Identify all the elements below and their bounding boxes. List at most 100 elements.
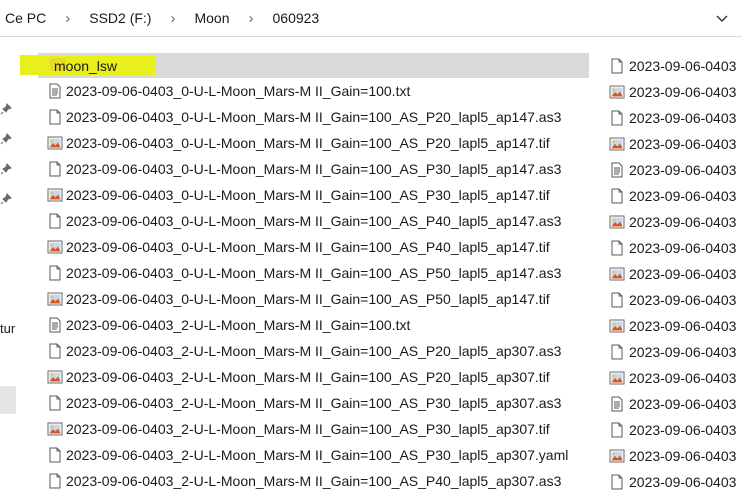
file-name: moon_lsw xyxy=(54,57,118,74)
file-name: 2023-09-06-0403 xyxy=(629,214,737,230)
file-row[interactable]: 2023-09-06-0403_0-U-L-Moon_Mars-M II_Gai… xyxy=(38,260,589,286)
breadcrumb-separator-icon[interactable]: › xyxy=(249,10,254,27)
breadcrumb-item-drive[interactable]: SSD2 (F:) xyxy=(87,10,153,26)
file-row[interactable]: 2023-09-06-0403_0-U-L-Moon_Mars-M II_Gai… xyxy=(38,78,589,104)
file-name: 2023-09-06-0403 xyxy=(629,84,737,100)
file-col2-row[interactable]: 2023-09-06-0403 xyxy=(609,417,742,443)
file-col2-row[interactable]: 2023-09-06-0403 xyxy=(609,209,742,235)
file-row[interactable]: 2023-09-06-0403_0-U-L-Moon_Mars-M II_Gai… xyxy=(38,234,589,260)
file-row[interactable]: 2023-09-06-0403_2-U-L-Moon_Mars-M II_Gai… xyxy=(38,364,589,390)
file-name: 2023-09-06-0403 xyxy=(629,344,737,360)
file-row[interactable]: 2023-09-06-0403_2-U-L-Moon_Mars-M II_Gai… xyxy=(38,338,589,364)
blank-file-icon xyxy=(609,474,625,490)
image-file-icon xyxy=(609,136,625,152)
pin-icon[interactable] xyxy=(0,103,12,115)
file-row[interactable]: 2023-09-06-0403_2-U-L-Moon_Mars-M II_Gai… xyxy=(38,312,589,338)
file-name: 2023-09-06-0403 xyxy=(629,162,737,178)
address-bar[interactable]: Ce PC › SSD2 (F:) › Moon › 060923 xyxy=(0,0,742,37)
file-name: 2023-09-06-0403 xyxy=(629,58,737,74)
file-list: moon_lsw 2023-09-06-0403_0-U-L-Moon_Mars-… xyxy=(20,53,589,494)
image-file-icon xyxy=(47,239,63,255)
image-file-icon xyxy=(609,318,625,334)
file-row[interactable]: 2023-09-06-0403_0-U-L-Moon_Mars-M II_Gai… xyxy=(38,286,589,312)
file-col2-row[interactable]: 2023-09-06-0403 xyxy=(609,443,742,469)
file-row[interactable]: 2023-09-06-0403_0-U-L-Moon_Mars-M II_Gai… xyxy=(38,208,589,234)
file-col2-row[interactable]: 2023-09-06-0403 xyxy=(609,339,742,365)
file-name: 2023-09-06-0403_0-U-L-Moon_Mars-M II_Gai… xyxy=(66,83,411,99)
pin-icon[interactable] xyxy=(0,193,12,205)
text-file-icon xyxy=(609,162,625,178)
file-name: 2023-09-06-0403 xyxy=(629,188,737,204)
file-row[interactable]: 2023-09-06-0403_2-U-L-Moon_Mars-M II_Gai… xyxy=(38,442,589,468)
file-name: 2023-09-06-0403_2-U-L-Moon_Mars-M II_Gai… xyxy=(66,317,411,333)
file-name: 2023-09-06-0403_0-U-L-Moon_Mars-M II_Gai… xyxy=(66,161,562,177)
file-col2-row[interactable]: 2023-09-06-0403 xyxy=(609,131,742,157)
blank-file-icon xyxy=(47,265,63,281)
file-row[interactable]: 2023-09-06-0403_0-U-L-Moon_Mars-M II_Gai… xyxy=(38,156,589,182)
breadcrumb-item-moon[interactable]: Moon xyxy=(192,10,231,26)
file-name: 2023-09-06-0403 xyxy=(629,292,737,308)
breadcrumb-separator-icon[interactable]: › xyxy=(65,10,70,27)
navigation-pane: tur xyxy=(0,37,16,493)
file-name: 2023-09-06-0403 xyxy=(629,266,737,282)
file-col2-row[interactable]: 2023-09-06-0403 xyxy=(609,105,742,131)
image-file-icon xyxy=(47,135,63,151)
image-file-icon xyxy=(47,369,63,385)
file-col2-row[interactable]: 2023-09-06-0403 xyxy=(609,53,742,79)
file-name: 2023-09-06-0403_2-U-L-Moon_Mars-M II_Gai… xyxy=(66,447,569,463)
file-col2-row[interactable]: 2023-09-06-0403 xyxy=(609,469,742,495)
file-row[interactable]: 2023-09-06-0403_2-U-L-Moon_Mars-M II_Gai… xyxy=(38,416,589,442)
chevron-down-icon[interactable] xyxy=(716,12,728,24)
breadcrumb-separator-icon[interactable]: › xyxy=(170,10,175,27)
file-col2-row[interactable]: 2023-09-06-0403 xyxy=(609,183,742,209)
blank-file-icon xyxy=(609,188,625,204)
blank-file-icon xyxy=(609,422,625,438)
image-file-icon xyxy=(47,421,63,437)
image-file-icon xyxy=(609,214,625,230)
file-row[interactable]: 2023-09-06-0403_2-U-L-Moon_Mars-M II_Gai… xyxy=(38,468,589,494)
pin-icon[interactable] xyxy=(0,163,12,175)
file-name: 2023-09-06-0403_2-U-L-Moon_Mars-M II_Gai… xyxy=(66,343,562,359)
file-name: 2023-09-06-0403 xyxy=(629,422,737,438)
file-name: 2023-09-06-0403 xyxy=(629,370,737,386)
file-col2-row[interactable]: 2023-09-06-0403 xyxy=(609,313,742,339)
image-file-icon xyxy=(609,266,625,282)
file-row[interactable]: 2023-09-06-0403_2-U-L-Moon_Mars-M II_Gai… xyxy=(38,390,589,416)
image-file-icon xyxy=(47,187,63,203)
file-name: 2023-09-06-0403 xyxy=(629,318,737,334)
file-name: 2023-09-06-0403 xyxy=(629,474,737,490)
file-name: 2023-09-06-0403 xyxy=(629,448,737,464)
file-col2-row[interactable]: 2023-09-06-0403 xyxy=(609,365,742,391)
file-col2-row[interactable]: 2023-09-06-0403 xyxy=(609,157,742,183)
breadcrumb-item-this-pc[interactable]: Ce PC xyxy=(3,10,48,26)
blank-file-icon xyxy=(47,473,63,489)
blank-file-icon xyxy=(609,110,625,126)
file-name: 2023-09-06-0403 xyxy=(629,110,737,126)
file-col2-row[interactable]: 2023-09-06-0403 xyxy=(609,261,742,287)
nav-item-selected[interactable] xyxy=(0,386,16,414)
blank-file-icon xyxy=(609,58,625,74)
nav-item-label-partial[interactable]: tur xyxy=(0,321,15,336)
file-col2-row[interactable]: 2023-09-06-0403 xyxy=(609,391,742,417)
file-row[interactable]: moon_lsw xyxy=(20,53,589,78)
breadcrumb-item-current-folder[interactable]: 060923 xyxy=(271,10,322,26)
file-row[interactable]: 2023-09-06-0403_0-U-L-Moon_Mars-M II_Gai… xyxy=(38,104,589,130)
text-file-icon xyxy=(47,317,63,333)
file-name: 2023-09-06-0403_2-U-L-Moon_Mars-M II_Gai… xyxy=(66,369,550,385)
file-name: 2023-09-06-0403_2-U-L-Moon_Mars-M II_Gai… xyxy=(66,473,562,489)
file-col2-row[interactable]: 2023-09-06-0403 xyxy=(609,287,742,313)
blank-file-icon xyxy=(609,240,625,256)
file-col2-row[interactable]: 2023-09-06-0403 xyxy=(609,235,742,261)
pin-icon[interactable] xyxy=(0,133,12,145)
file-name: 2023-09-06-0403 xyxy=(629,240,737,256)
text-file-icon xyxy=(47,83,63,99)
file-name: 2023-09-06-0403_0-U-L-Moon_Mars-M II_Gai… xyxy=(66,187,550,203)
image-file-icon xyxy=(609,370,625,386)
file-row[interactable]: 2023-09-06-0403_0-U-L-Moon_Mars-M II_Gai… xyxy=(38,130,589,156)
file-row[interactable]: 2023-09-06-0403_0-U-L-Moon_Mars-M II_Gai… xyxy=(38,182,589,208)
blank-file-icon xyxy=(47,161,63,177)
file-name: 2023-09-06-0403_0-U-L-Moon_Mars-M II_Gai… xyxy=(66,291,550,307)
blank-file-icon xyxy=(47,343,63,359)
file-col2-row[interactable]: 2023-09-06-0403 xyxy=(609,79,742,105)
file-name: 2023-09-06-0403 xyxy=(629,136,737,152)
